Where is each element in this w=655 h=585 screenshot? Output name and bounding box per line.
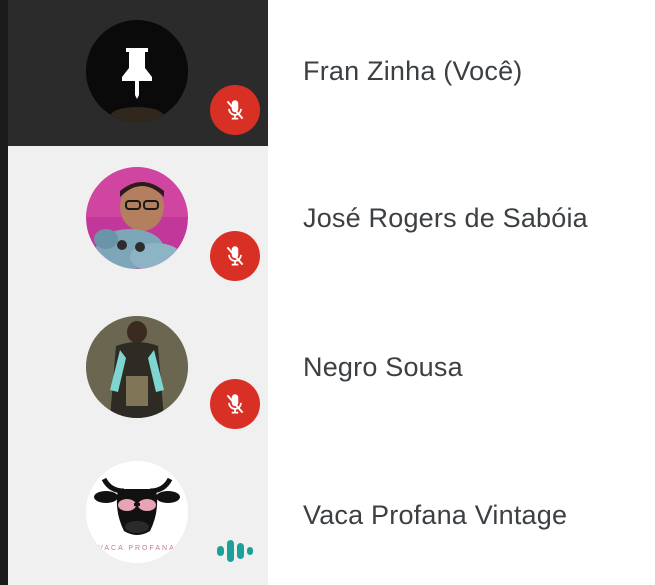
avatar	[86, 20, 188, 122]
participant-row[interactable]: José Rogers de Sabóia	[0, 146, 655, 295]
participant-name: José Rogers de Sabóia	[303, 203, 588, 233]
participant-row-self[interactable]: Fran Zinha (Você)	[0, 0, 655, 146]
participant-name: Vaca Profana Vintage	[303, 500, 568, 530]
mic-off-icon	[226, 246, 244, 266]
muted-badge	[210, 85, 260, 135]
person-photo-avatar	[86, 316, 188, 418]
participant-row[interactable]: VACA PROFANA Vaca Profana Vintage	[0, 443, 655, 585]
mic-off-icon	[226, 394, 244, 414]
participant-name: Fran Zinha (Você)	[303, 56, 523, 86]
avatar-photo	[86, 167, 188, 269]
muted-badge	[210, 379, 260, 429]
speaking-indicator	[213, 538, 257, 564]
audio-speaking-icon	[217, 540, 253, 562]
cow-logo-avatar: VACA PROFANA	[86, 461, 188, 563]
participant-name: Negro Sousa	[303, 352, 463, 382]
participant-list: Fran Zinha (Você) José Rogers de Sabóia …	[0, 0, 655, 585]
person-photo-avatar	[86, 167, 188, 269]
avatar-photo	[86, 316, 188, 418]
participants-panel: Fran Zinha (Você) José Rogers de Sabóia …	[0, 0, 655, 585]
muted-badge	[210, 231, 260, 281]
participant-row[interactable]: Negro Sousa	[0, 295, 655, 443]
avatar-caption: VACA PROFANA	[98, 545, 176, 552]
pin-icon	[86, 20, 188, 122]
mic-off-icon	[226, 100, 244, 120]
